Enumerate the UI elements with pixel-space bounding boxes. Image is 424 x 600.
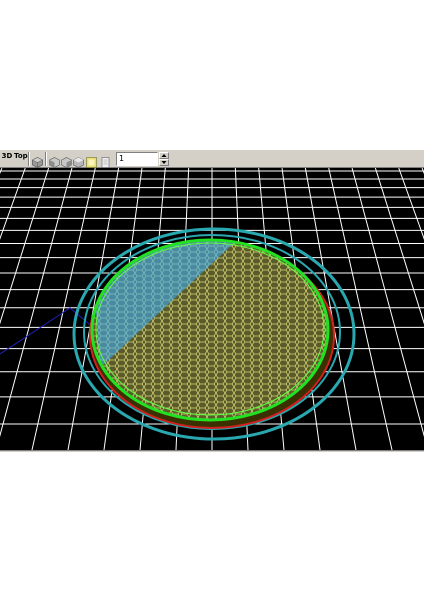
spinner-down-button[interactable] bbox=[159, 159, 169, 166]
cube-view-icon[interactable] bbox=[32, 153, 43, 168]
arrow-down-icon bbox=[161, 161, 167, 164]
view-top-label: Top bbox=[14, 152, 28, 160]
toolbar-separator bbox=[45, 152, 47, 166]
grid-line-radial bbox=[0, 168, 3, 175]
view-top-button[interactable]: Top bbox=[14, 152, 28, 167]
layer-input[interactable]: 1 bbox=[116, 152, 158, 166]
app-window: 3D Top 1 bbox=[0, 0, 424, 600]
3d-viewport[interactable] bbox=[0, 168, 424, 450]
toolbar-separator bbox=[28, 152, 30, 166]
view-3d-button[interactable]: 3D bbox=[1, 152, 13, 167]
grid-line-radial bbox=[31, 168, 96, 450]
front-view-icon[interactable] bbox=[49, 153, 60, 168]
grid-line-radial bbox=[351, 168, 424, 438]
page-view-icon[interactable] bbox=[100, 153, 111, 168]
window-bottom-border bbox=[0, 450, 424, 452]
view-toolbar: 3D Top 1 bbox=[0, 149, 424, 168]
view-3d-label: 3D bbox=[1, 152, 13, 160]
arrow-up-icon bbox=[161, 154, 167, 157]
toolpath-scene bbox=[0, 168, 424, 450]
layer-spinner[interactable]: 1 bbox=[116, 152, 170, 166]
side-view-icon[interactable] bbox=[61, 153, 72, 168]
grid-line-radial bbox=[0, 168, 73, 438]
grid-line-radial bbox=[328, 168, 393, 450]
highlight-view-icon[interactable] bbox=[86, 153, 97, 168]
layer-spinner-buttons bbox=[159, 152, 169, 166]
iso-view-icon[interactable] bbox=[73, 153, 84, 168]
spinner-up-button[interactable] bbox=[159, 152, 169, 159]
